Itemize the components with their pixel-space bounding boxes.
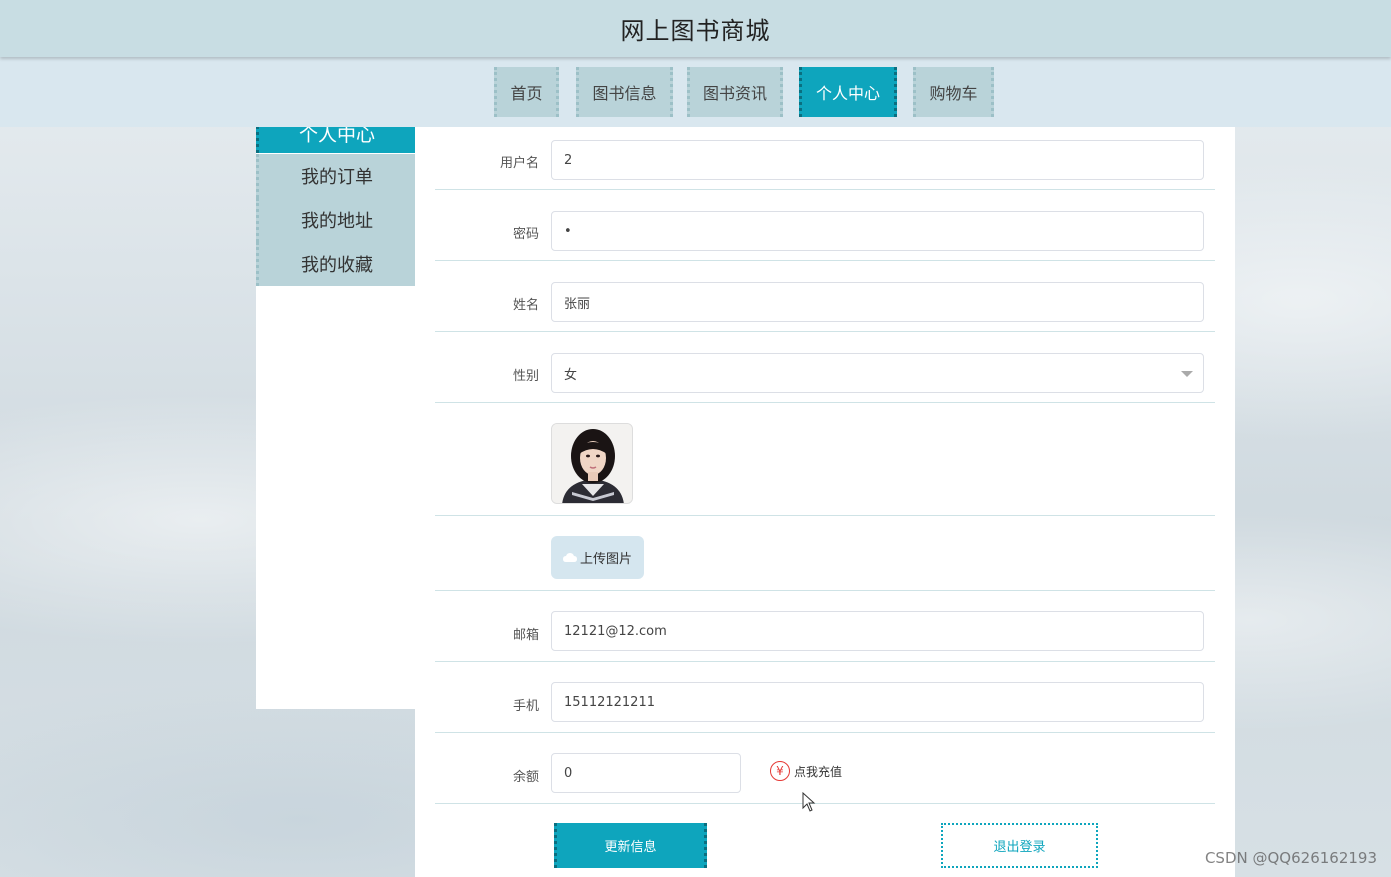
- recharge-link[interactable]: ¥ 点我充值: [770, 761, 842, 781]
- form-row-balance: 余额 ¥ 点我充值: [435, 733, 1215, 804]
- form-row-upload: 上传图片: [435, 516, 1215, 591]
- avatar: [551, 423, 633, 504]
- watermark: CSDN @QQ626162193: [1204, 849, 1377, 867]
- site-title: 网上图书商城: [620, 17, 771, 45]
- upload-image-label: 上传图片: [579, 552, 632, 567]
- balance-label: 余额: [512, 770, 539, 785]
- update-info-button[interactable]: 更新信息: [554, 823, 707, 868]
- sidebar-item-address[interactable]: 我的地址: [256, 198, 415, 242]
- form-row-name: 姓名: [435, 261, 1215, 332]
- form-row-phone: 手机: [435, 662, 1215, 733]
- name-input[interactable]: [551, 282, 1204, 322]
- upload-image-button[interactable]: 上传图片: [551, 536, 644, 579]
- cloud-upload-icon: [562, 552, 577, 562]
- site-header: 网上图书商城: [0, 0, 1391, 57]
- sidebar-item-orders[interactable]: 我的订单: [256, 154, 415, 198]
- password-label: 密码: [512, 227, 539, 242]
- name-label: 姓名: [512, 298, 539, 313]
- nav-item-book-news[interactable]: 图书资讯: [687, 67, 783, 117]
- email-input[interactable]: [551, 611, 1204, 651]
- password-input[interactable]: [551, 211, 1204, 251]
- form-row-username: 用户名: [435, 127, 1215, 190]
- profile-form-panel: 用户名 密码 姓名 性别 女: [415, 127, 1235, 877]
- mouse-cursor-icon: [802, 792, 816, 812]
- chevron-down-icon: [1181, 371, 1193, 377]
- yen-icon: ¥: [770, 761, 790, 781]
- form-row-avatar: [435, 403, 1215, 516]
- form-row-email: 邮箱: [435, 591, 1215, 662]
- sidebar: 个人中心 我的订单 我的地址 我的收藏: [256, 113, 415, 709]
- nav-item-home[interactable]: 首页: [494, 67, 559, 117]
- recharge-label: 点我充值: [794, 764, 843, 779]
- nav-item-personal-center[interactable]: 个人中心: [799, 67, 897, 117]
- nav-item-cart[interactable]: 购物车: [913, 67, 994, 117]
- logout-button[interactable]: 退出登录: [941, 823, 1098, 868]
- nav-item-book-info[interactable]: 图书信息: [576, 67, 673, 117]
- balance-input[interactable]: [551, 753, 741, 793]
- phone-label: 手机: [512, 699, 539, 714]
- main-nav: 首页 图书信息 图书资讯 个人中心 购物车: [0, 57, 1391, 127]
- gender-select-value: 女: [564, 367, 578, 383]
- username-label: 用户名: [499, 156, 539, 171]
- form-row-password: 密码: [435, 190, 1215, 261]
- gender-select[interactable]: 女: [551, 353, 1204, 393]
- avatar-portrait-icon: [552, 424, 632, 503]
- username-input[interactable]: [551, 140, 1204, 180]
- phone-input[interactable]: [551, 682, 1204, 722]
- form-row-gender: 性别 女: [435, 332, 1215, 403]
- gender-label: 性别: [512, 369, 539, 384]
- sidebar-item-favorites[interactable]: 我的收藏: [256, 242, 415, 286]
- email-label: 邮箱: [512, 628, 539, 643]
